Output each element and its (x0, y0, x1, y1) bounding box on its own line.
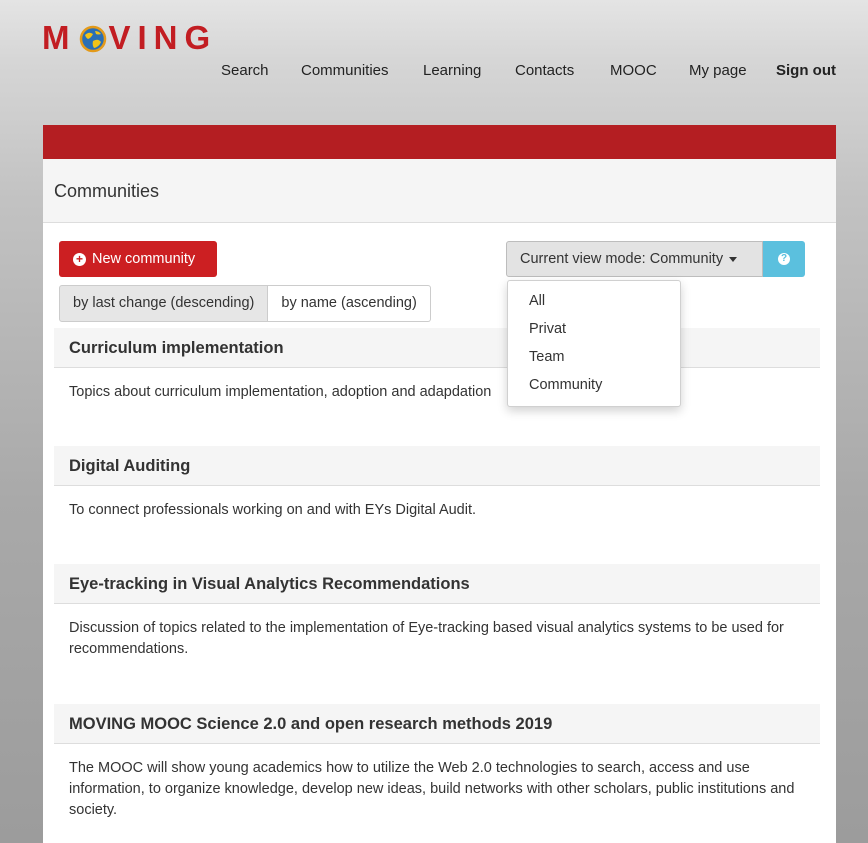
logo-text-left: M (42, 19, 77, 56)
caret-down-icon (729, 256, 738, 262)
main-nav: Search Communities Learning Contacts MOO… (221, 62, 838, 82)
nav-communities[interactable]: Communities (301, 62, 389, 79)
community-description: Discussion of topics related to the impl… (69, 620, 784, 657)
community-item: Digital Auditing To connect professional… (54, 446, 820, 521)
nav-my-page[interactable]: My page (689, 62, 747, 79)
new-community-button[interactable]: + New community (59, 241, 217, 277)
help-button[interactable]: ? (763, 241, 805, 277)
nav-sign-out[interactable]: Sign out (776, 62, 836, 79)
red-banner (43, 125, 836, 159)
sort-button-group: by last change (descending) by name (asc… (59, 285, 431, 322)
page-title: Communities (43, 159, 836, 223)
logo-text-right: VING (108, 19, 218, 56)
view-mode-option-community[interactable]: Community (529, 377, 602, 393)
community-title[interactable]: MOVING MOOC Science 2.0 and open researc… (54, 704, 820, 744)
community-item: Curriculum implementation Topics about c… (54, 328, 820, 403)
community-title[interactable]: Eye-tracking in Visual Analytics Recomme… (54, 564, 820, 604)
view-mode-option-all[interactable]: All (529, 293, 545, 309)
view-mode-option-team[interactable]: Team (529, 349, 564, 365)
plus-circle-icon: + (73, 252, 86, 266)
community-description: To connect professionals working on and … (69, 502, 477, 518)
nav-contacts[interactable]: Contacts (515, 62, 574, 79)
moving-logo[interactable]: M VING (42, 20, 217, 56)
question-circle-icon: ? (778, 253, 790, 265)
sort-by-last-change-button[interactable]: by last change (descending) (59, 285, 269, 322)
view-mode-menu: All Privat Team Community (507, 280, 681, 407)
globe-icon (79, 24, 107, 53)
community-item: MOVING MOOC Science 2.0 and open researc… (54, 704, 820, 821)
community-title[interactable]: Digital Auditing (54, 446, 820, 486)
community-description: The MOOC will show young academics how t… (69, 760, 795, 818)
community-title[interactable]: Curriculum implementation (54, 328, 820, 368)
nav-mooc[interactable]: MOOC (610, 62, 657, 79)
view-mode-label: Current view mode: Community (520, 251, 724, 267)
sort-by-name-button[interactable]: by name (ascending) (268, 285, 431, 322)
view-mode-dropdown[interactable]: Current view mode: Community (506, 241, 763, 277)
nav-learning[interactable]: Learning (423, 62, 481, 79)
new-community-label: New community (92, 251, 196, 267)
community-description: Topics about curriculum implementation, … (69, 384, 492, 400)
nav-search[interactable]: Search (221, 62, 269, 79)
community-item: Eye-tracking in Visual Analytics Recomme… (54, 564, 820, 660)
communities-panel: Communities + New community Current view… (43, 125, 836, 843)
view-mode-option-privat[interactable]: Privat (529, 321, 566, 337)
